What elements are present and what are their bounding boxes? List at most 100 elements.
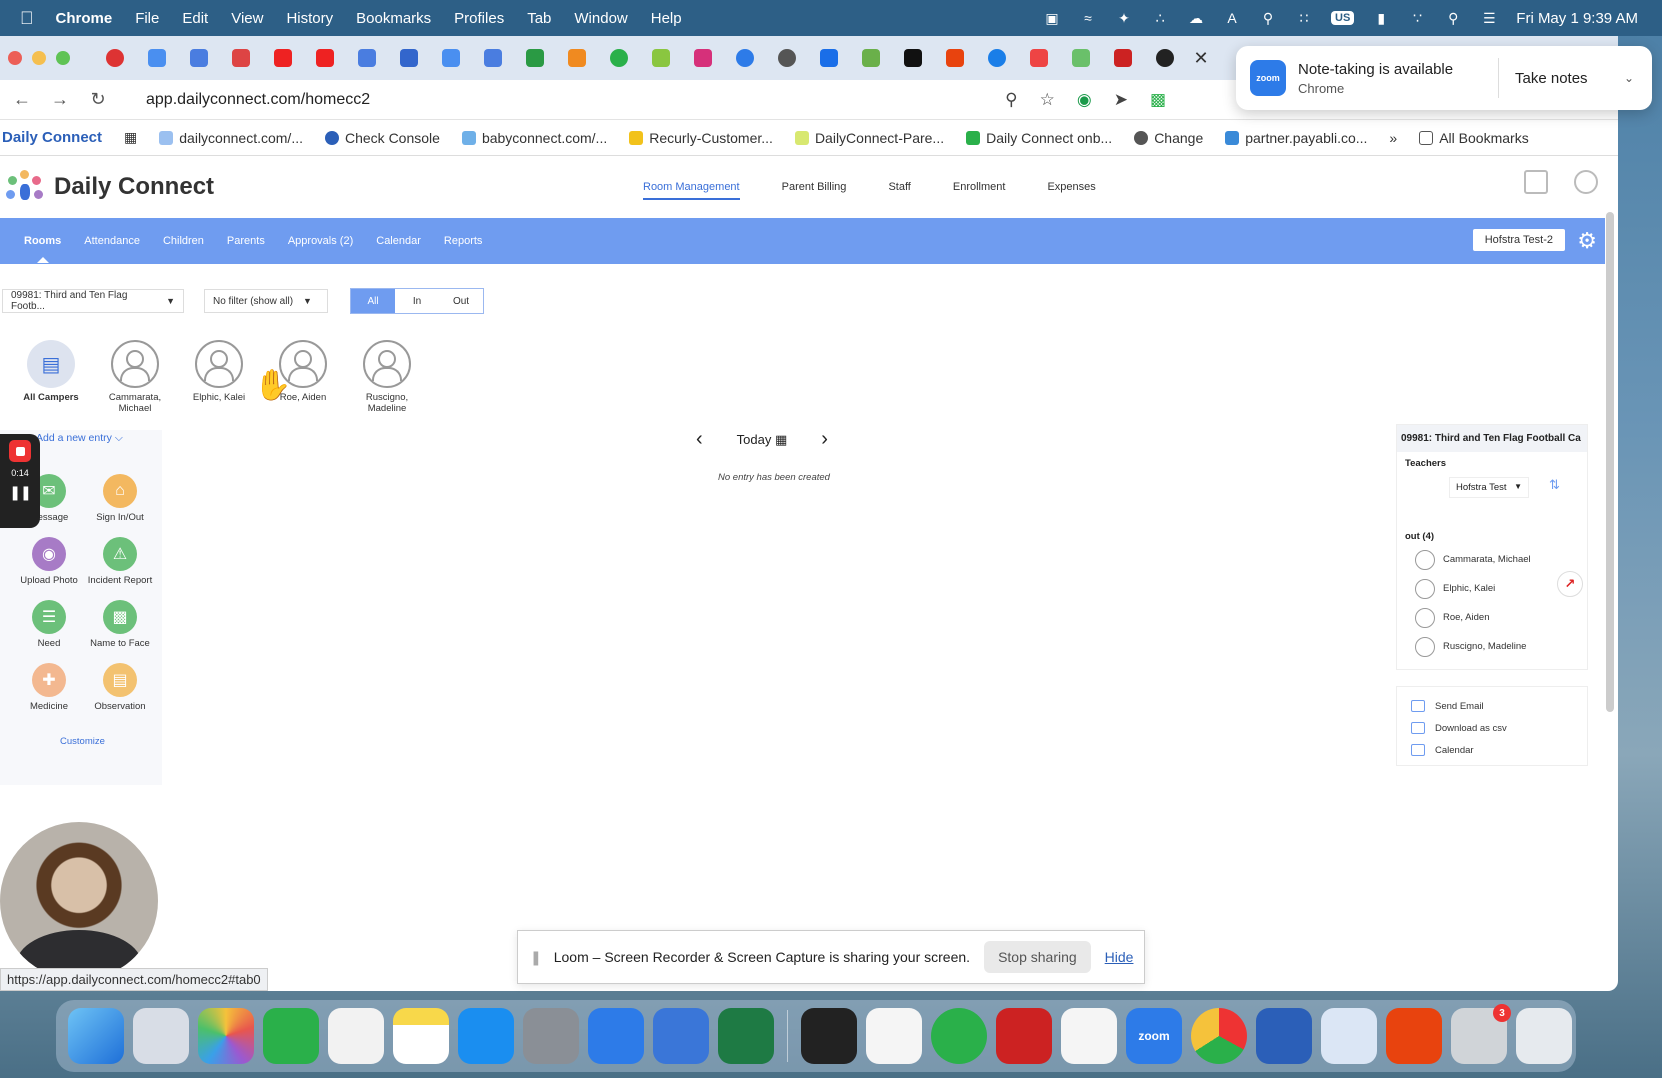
nav-expenses[interactable]: Expenses [1047,181,1095,193]
bookmark-dailyconnect-parent[interactable]: DailyConnect-Pare... [794,130,944,146]
menu-bookmarks[interactable]: Bookmarks [356,10,431,27]
qr-code-icon[interactable] [1524,170,1548,194]
reminders-icon[interactable] [328,1008,384,1064]
asana-icon[interactable] [866,1008,922,1064]
tab-favicon[interactable] [262,36,304,80]
nav-staff[interactable]: Staff [888,181,910,193]
tab-favicon[interactable] [94,36,136,80]
tab-favicon[interactable] [304,36,346,80]
tab-favicon[interactable] [178,36,220,80]
font-icon[interactable]: A [1223,10,1241,26]
list-item[interactable]: Ruscigno, Madeline [1415,632,1531,661]
wifi-icon[interactable]: ∵ [1408,10,1426,26]
pointer-extension-icon[interactable]: ➤ [1114,90,1128,110]
nav-parent-billing[interactable]: Parent Billing [782,181,847,193]
reload-icon[interactable]: ↻ [88,89,108,110]
action-upload-photo[interactable]: ◉ Upload Photo [14,537,84,586]
segment-out[interactable]: Out [439,289,483,313]
daily-connect-logo[interactable]: Daily Connect [6,170,214,204]
tab-favicon[interactable] [682,36,724,80]
minimize-window-button[interactable] [32,51,46,65]
spark-icon[interactable] [1386,1008,1442,1064]
outlook-icon[interactable] [588,1008,644,1064]
tab-favicon[interactable] [388,36,430,80]
tab-favicon[interactable] [892,36,934,80]
more-bookmarks-icon[interactable]: » [1389,130,1397,146]
all-bookmarks-folder[interactable]: All Bookmarks [1419,130,1529,146]
menu-tab[interactable]: Tab [527,10,551,27]
customize-link[interactable]: Customize [60,736,105,747]
pin-icon[interactable]: ⚲ [1259,10,1277,26]
whatsapp-icon[interactable] [931,1008,987,1064]
app-store-icon[interactable] [458,1008,514,1064]
subnav-parents[interactable]: Parents [227,235,265,247]
subnav-rooms[interactable]: Rooms [24,235,61,247]
nav-room-management[interactable]: Room Management [643,181,740,200]
finder-icon[interactable] [68,1008,124,1064]
menu-history[interactable]: History [286,10,333,27]
previous-day-icon[interactable]: ‹ [696,428,703,451]
bookmark-babyconnect[interactable]: babyconnect.com/... [461,130,607,146]
user-account-icon[interactable] [1574,170,1598,194]
next-day-icon[interactable]: › [821,428,828,451]
camper-avatar[interactable]: Elphic, Kalei [186,340,252,414]
action-incident-report[interactable]: ⚠ Incident Report [84,537,156,586]
camper-avatar[interactable]: Cammarata, Michael [102,340,168,414]
dots-app-icon[interactable] [801,1008,857,1064]
webcam-bubble[interactable] [0,822,158,980]
room-select[interactable]: 09981: Third and Ten Flag Footb... ▼ [2,289,184,313]
bookmark-daily-connect-onboarding[interactable]: Daily Connect onb... [966,130,1112,146]
url-field[interactable]: app.dailyconnect.com/homecc2 [146,91,987,109]
site-selector[interactable]: Hofstra Test-2 [1472,229,1565,251]
stop-recording-button[interactable] [9,440,31,462]
list-item[interactable]: Elphic, Kalei [1415,574,1531,603]
tab-favicon[interactable] [808,36,850,80]
pdf-icon[interactable]: ↗ [1557,571,1583,597]
close-tab-icon[interactable]: ✕ [1186,48,1216,69]
subnav-reports[interactable]: Reports [444,235,483,247]
list-item[interactable]: Roe, Aiden [1415,603,1531,632]
action-observation[interactable]: ▤ Observation [84,663,156,712]
printer-icon[interactable]: 3 [1451,1004,1511,1064]
rss-icon[interactable]: ≈ [1079,10,1097,26]
tab-favicon[interactable] [1102,36,1144,80]
menu-edit[interactable]: Edit [182,10,208,27]
search-icon[interactable]: ⚲ [1444,10,1462,26]
cloud-icon[interactable]: ☁ [1187,10,1205,26]
acrobat-icon[interactable] [996,1008,1052,1064]
dots-icon[interactable]: ∴ [1151,10,1169,26]
extension-icon[interactable]: ▩ [1150,90,1166,110]
drag-handle-icon[interactable]: ❚ [530,949,542,966]
tab-favicon[interactable] [976,36,1018,80]
photos-icon[interactable] [198,1008,254,1064]
bookmark-change[interactable]: Change [1134,130,1203,146]
word-icon[interactable] [1256,1008,1312,1064]
tab-favicon[interactable] [514,36,556,80]
menu-window[interactable]: Window [574,10,627,27]
tab-favicon[interactable] [430,36,472,80]
list-item[interactable]: Cammarata, Michael [1415,545,1531,574]
bookmark-recurly[interactable]: Recurly-Customer... [629,130,773,146]
sort-icon[interactable]: ⇅ [1549,477,1560,493]
calendar-link[interactable]: Calendar [1411,739,1573,761]
current-date[interactable]: Today ▦ [737,432,788,448]
trash-icon[interactable] [1516,1008,1572,1064]
tab-favicon[interactable] [136,36,178,80]
tab-favicon[interactable] [346,36,388,80]
teacher-select[interactable]: Hofstra Test ▼ [1449,477,1529,498]
pause-icon[interactable]: ❚❚ [9,484,31,501]
add-new-entry-link[interactable]: Add a new entry ⌵ [36,432,123,445]
subnav-approvals[interactable]: Approvals (2) [288,235,353,247]
screen-mirror-icon[interactable]: ▣ [1043,10,1061,26]
bookmark-daily-connect[interactable]: Daily Connect [2,129,102,146]
take-notes-button[interactable]: Take notes ⌄ [1498,58,1648,98]
zoom-app-icon[interactable]: zoom [1126,1008,1182,1064]
bookmark-dailyconnect-com[interactable]: dailyconnect.com/... [159,130,303,146]
tab-favicon[interactable] [1018,36,1060,80]
chrome-icon[interactable] [1191,1008,1247,1064]
segment-all[interactable]: All [351,289,395,313]
menu-app-name[interactable]: Chrome [56,10,113,27]
apps-grid-icon[interactable]: ▦ [124,129,137,146]
action-sign-in-out[interactable]: ⌂ Sign In/Out [84,474,156,523]
send-email-link[interactable]: Send Email [1411,695,1573,717]
